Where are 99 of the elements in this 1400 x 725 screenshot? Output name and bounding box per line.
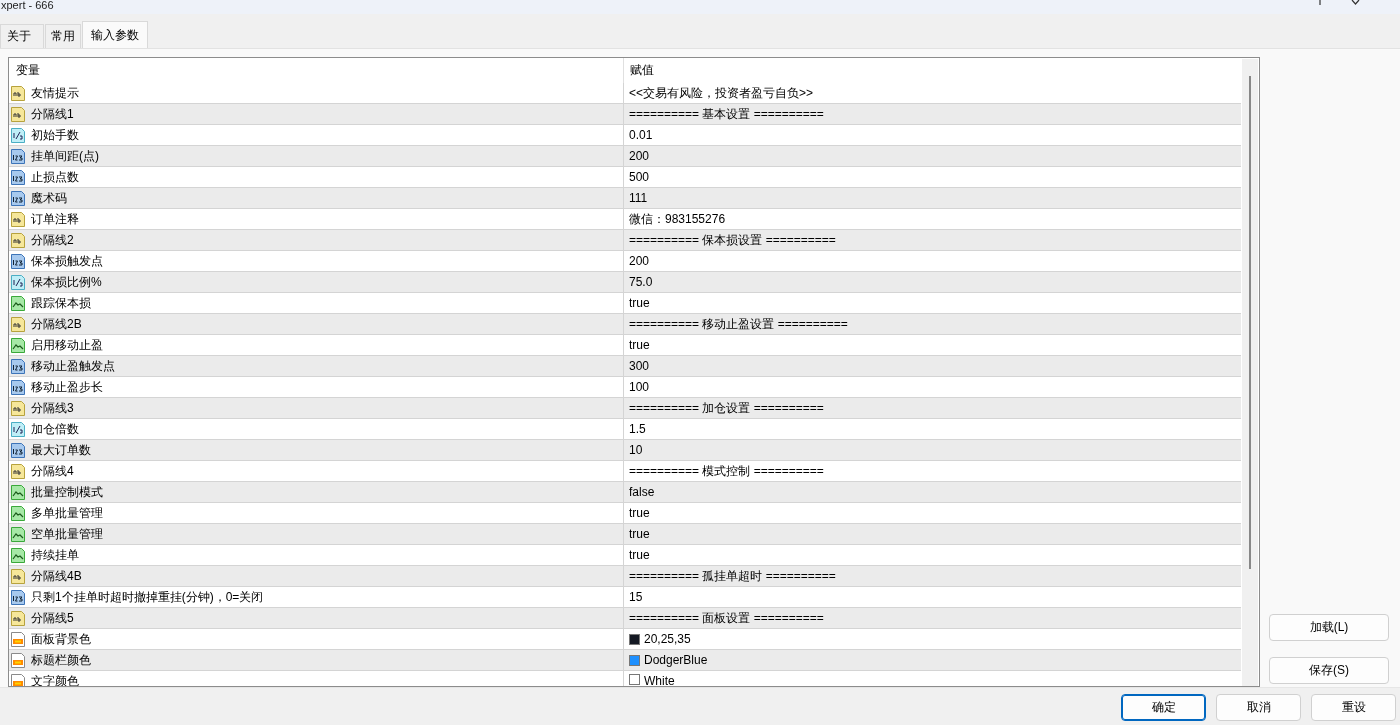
param-value[interactable]: ========== 孤挂单超时 ========== bbox=[629, 568, 836, 584]
param-name: 只剩1个挂单时超时撤掉重挂(分钟)，0=关闭 bbox=[31, 589, 264, 605]
param-value[interactable]: 20,25,35 bbox=[644, 631, 691, 647]
tab[interactable]: 常用 bbox=[45, 24, 81, 48]
param-value[interactable]: ========== 保本损设置 ========== bbox=[629, 232, 836, 248]
param-name: 分隔线5 bbox=[31, 610, 74, 626]
param-value[interactable]: true bbox=[629, 526, 650, 542]
param-value[interactable]: true bbox=[629, 505, 650, 521]
param-type-icon bbox=[11, 85, 25, 101]
param-type-icon bbox=[11, 505, 25, 521]
param-type-icon bbox=[11, 610, 25, 626]
param-name: 分隔线1 bbox=[31, 106, 74, 122]
param-value[interactable]: 微信：983155276 bbox=[629, 211, 726, 227]
dialog-button[interactable]: 取消 bbox=[1216, 693, 1301, 721]
param-value[interactable]: DodgerBlue bbox=[644, 652, 708, 668]
dialog-button[interactable]: 确定 bbox=[1121, 693, 1206, 721]
param-name: 分隔线3 bbox=[31, 400, 74, 416]
param-type-icon bbox=[11, 442, 25, 458]
param-name: 移动止盈触发点 bbox=[31, 358, 115, 374]
param-name: 最大订单数 bbox=[31, 442, 91, 458]
param-value[interactable]: 100 bbox=[629, 379, 650, 395]
param-type-icon bbox=[11, 568, 25, 584]
param-value[interactable]: ========== 基本设置 ========== bbox=[629, 106, 824, 122]
param-name: 魔术码 bbox=[31, 190, 67, 206]
param-value[interactable]: 15 bbox=[629, 589, 643, 605]
param-value[interactable]: ========== 模式控制 ========== bbox=[629, 463, 824, 479]
param-type-icon bbox=[11, 190, 25, 206]
tab[interactable]: 关于 bbox=[0, 24, 44, 48]
param-type-icon bbox=[11, 652, 25, 668]
param-type-icon bbox=[11, 316, 25, 332]
param-value[interactable]: true bbox=[629, 295, 650, 311]
dialog-button[interactable]: 保存(S) bbox=[1269, 657, 1389, 684]
param-value[interactable]: 500 bbox=[629, 169, 650, 185]
param-name: 止损点数 bbox=[31, 169, 79, 185]
param-value[interactable]: <<交易有风险，投资者盈亏自负>> bbox=[629, 85, 814, 101]
param-type-icon bbox=[11, 253, 25, 269]
param-name: 面板背景色 bbox=[31, 631, 91, 647]
window-title: xpert - 666 bbox=[0, 0, 54, 11]
param-type-icon bbox=[11, 211, 25, 227]
param-name: 空单批量管理 bbox=[31, 526, 103, 542]
param-name: 初始手数 bbox=[31, 127, 79, 143]
param-value[interactable]: 200 bbox=[629, 148, 650, 164]
param-type-icon bbox=[11, 106, 25, 122]
param-value[interactable]: 75.0 bbox=[629, 274, 653, 290]
param-value[interactable]: ========== 加仓设置 ========== bbox=[629, 400, 824, 416]
param-type-icon bbox=[11, 274, 25, 290]
param-type-icon bbox=[11, 295, 25, 311]
column-header[interactable]: 赋值 bbox=[624, 58, 1241, 83]
param-type-icon bbox=[11, 631, 25, 647]
param-name: 移动止盈步长 bbox=[31, 379, 103, 395]
scrollbar[interactable] bbox=[1242, 59, 1258, 686]
dialog-button[interactable]: 重设 bbox=[1311, 693, 1396, 721]
param-name: 批量控制模式 bbox=[31, 484, 103, 500]
param-value[interactable]: 10 bbox=[629, 442, 643, 458]
param-type-icon bbox=[11, 526, 25, 542]
param-name: 跟踪保本损 bbox=[31, 295, 91, 311]
param-name: 订单注释 bbox=[31, 211, 79, 227]
param-type-icon bbox=[11, 379, 25, 395]
param-value[interactable]: true bbox=[629, 337, 650, 353]
param-name: 多单批量管理 bbox=[31, 505, 103, 521]
param-value[interactable]: ========== 面板设置 ========== bbox=[629, 610, 824, 626]
param-type-icon bbox=[11, 232, 25, 248]
param-value[interactable]: 1.5 bbox=[629, 421, 646, 437]
param-name: 分隔线4 bbox=[31, 463, 74, 479]
param-type-icon bbox=[11, 127, 25, 143]
param-type-icon bbox=[11, 400, 25, 416]
param-name: 保本损比例% bbox=[31, 274, 102, 290]
param-type-icon bbox=[11, 484, 25, 500]
param-value[interactable]: ========== 移动止盈设置 ========== bbox=[629, 316, 848, 332]
param-value[interactable]: 200 bbox=[629, 253, 650, 269]
param-name: 分隔线2 bbox=[31, 232, 74, 248]
param-type-icon bbox=[11, 148, 25, 164]
param-name: 持续挂单 bbox=[31, 547, 79, 563]
param-name: 挂单间距(点) bbox=[31, 148, 99, 164]
param-value[interactable]: 300 bbox=[629, 358, 650, 374]
param-name: 标题栏颜色 bbox=[31, 652, 91, 668]
param-type-icon bbox=[11, 547, 25, 563]
param-value[interactable]: true bbox=[629, 547, 650, 563]
scrollbar-thumb[interactable] bbox=[1249, 76, 1251, 569]
param-name: 友情提示 bbox=[31, 85, 79, 101]
param-name: 分隔线2B bbox=[31, 316, 82, 332]
param-name: 文字颜色 bbox=[31, 674, 79, 686]
param-type-icon bbox=[11, 337, 25, 353]
tab[interactable]: 输入参数 bbox=[82, 21, 148, 48]
param-value[interactable]: 0.01 bbox=[629, 127, 653, 143]
param-name: 分隔线4B bbox=[31, 568, 82, 584]
param-type-icon bbox=[11, 358, 25, 374]
column-header[interactable]: 变量 bbox=[9, 58, 624, 83]
param-type-icon bbox=[11, 421, 25, 437]
param-value[interactable]: false bbox=[629, 484, 655, 500]
param-value[interactable]: 111 bbox=[629, 190, 648, 206]
param-value[interactable]: White bbox=[644, 674, 675, 686]
dialog-button[interactable]: 加载(L) bbox=[1269, 614, 1389, 641]
param-type-icon bbox=[11, 169, 25, 185]
param-name: 加仓倍数 bbox=[31, 421, 79, 437]
param-name: 启用移动止盈 bbox=[31, 337, 103, 353]
param-name: 保本损触发点 bbox=[31, 253, 103, 269]
param-type-icon bbox=[11, 589, 25, 605]
param-type-icon bbox=[11, 463, 25, 479]
